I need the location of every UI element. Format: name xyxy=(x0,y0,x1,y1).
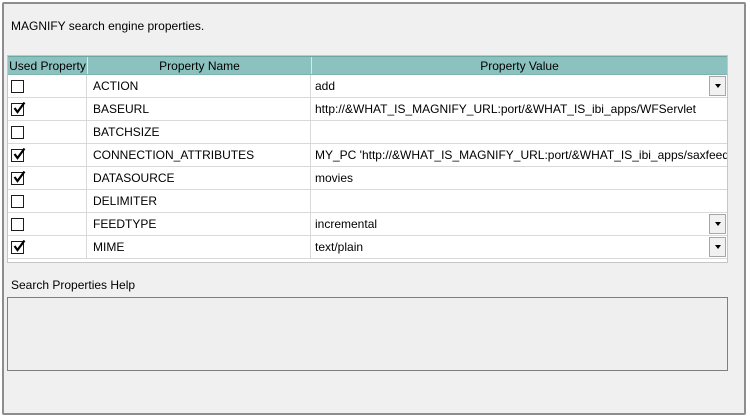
used-property-checkbox[interactable] xyxy=(11,218,24,231)
property-name-cell: DATASOURCE xyxy=(87,167,311,189)
property-value-text: http://&WHAT_IS_MAGNIFY_URL:port/&WHAT_I… xyxy=(315,102,696,116)
table-row: ACTION add xyxy=(8,75,727,98)
property-name-label: CONNECTION_ATTRIBUTES xyxy=(93,148,254,162)
dropdown-button[interactable] xyxy=(709,214,726,234)
property-value-cell[interactable] xyxy=(311,190,727,212)
property-value-cell[interactable]: add xyxy=(311,75,727,97)
used-property-checkbox[interactable] xyxy=(11,149,24,162)
column-header-property-name: Property Name xyxy=(87,57,311,74)
properties-panel: MAGNIFY search engine properties. Used P… xyxy=(2,2,746,415)
property-value-cell[interactable] xyxy=(311,121,727,143)
table-body: ACTION add BASEURL http://&WHAT_IS_MAGNI… xyxy=(8,75,727,259)
property-value-text: movies xyxy=(315,171,353,185)
chevron-down-icon xyxy=(715,222,721,226)
property-name-label: FEEDTYPE xyxy=(93,217,156,231)
checkmark-icon xyxy=(12,101,27,116)
page-title: MAGNIFY search engine properties. xyxy=(11,19,204,33)
table-row: BASEURL http://&WHAT_IS_MAGNIFY_URL:port… xyxy=(8,98,727,121)
used-property-cell xyxy=(8,121,87,143)
checkmark-icon xyxy=(12,170,27,185)
property-name-label: DATASOURCE xyxy=(93,171,175,185)
dropdown-button[interactable] xyxy=(709,237,726,257)
checkmark-icon xyxy=(12,239,27,254)
property-name-cell: ACTION xyxy=(87,75,311,97)
used-property-checkbox[interactable] xyxy=(11,172,24,185)
used-property-checkbox[interactable] xyxy=(11,80,24,93)
table-row: MIME text/plain xyxy=(8,236,727,259)
help-section-label: Search Properties Help xyxy=(11,278,135,292)
used-property-checkbox[interactable] xyxy=(11,103,24,116)
property-value-text: text/plain xyxy=(315,240,363,254)
property-value-text: MY_PC 'http://&WHAT_IS_MAGNIFY_URL:port/… xyxy=(315,148,727,162)
used-property-checkbox[interactable] xyxy=(11,241,24,254)
used-property-cell xyxy=(8,144,87,166)
property-name-label: BATCHSIZE xyxy=(93,125,159,139)
dropdown-button[interactable] xyxy=(709,76,726,96)
column-header-used-property: Used Property xyxy=(8,57,87,74)
property-name-label: MIME xyxy=(93,240,124,254)
property-value-cell[interactable]: http://&WHAT_IS_MAGNIFY_URL:port/&WHAT_I… xyxy=(311,98,727,120)
property-value-text: incremental xyxy=(315,217,377,231)
properties-table: Used Property Property Name Property Val… xyxy=(7,55,728,263)
table-row: FEEDTYPE incremental xyxy=(8,213,727,236)
table-row: DELIMITER xyxy=(8,190,727,213)
property-value-cell[interactable]: movies xyxy=(311,167,727,189)
used-property-checkbox[interactable] xyxy=(11,195,24,208)
property-name-cell: CONNECTION_ATTRIBUTES xyxy=(87,144,311,166)
property-name-cell: BATCHSIZE xyxy=(87,121,311,143)
used-property-cell xyxy=(8,75,87,97)
property-name-cell: BASEURL xyxy=(87,98,311,120)
used-property-cell xyxy=(8,98,87,120)
column-header-property-value: Property Value xyxy=(311,57,727,74)
table-row: DATASOURCE movies xyxy=(8,167,727,190)
property-name-label: ACTION xyxy=(93,79,138,93)
property-name-cell: FEEDTYPE xyxy=(87,213,311,235)
used-property-cell xyxy=(8,236,87,258)
property-value-text: add xyxy=(315,79,335,93)
used-property-cell xyxy=(8,167,87,189)
chevron-down-icon xyxy=(715,245,721,249)
checkmark-icon xyxy=(12,147,27,162)
property-value-cell[interactable]: incremental xyxy=(311,213,727,235)
used-property-checkbox[interactable] xyxy=(11,126,24,139)
used-property-cell xyxy=(8,213,87,235)
table-row: BATCHSIZE xyxy=(8,121,727,144)
chevron-down-icon xyxy=(715,84,721,88)
property-value-cell[interactable]: MY_PC 'http://&WHAT_IS_MAGNIFY_URL:port/… xyxy=(311,144,727,166)
property-value-cell[interactable]: text/plain xyxy=(311,236,727,258)
help-content-box xyxy=(7,297,728,371)
property-name-label: BASEURL xyxy=(93,102,149,116)
used-property-cell xyxy=(8,190,87,212)
table-row: CONNECTION_ATTRIBUTES MY_PC 'http://&WHA… xyxy=(8,144,727,167)
property-name-cell: MIME xyxy=(87,236,311,258)
property-name-label: DELIMITER xyxy=(93,194,157,208)
property-name-cell: DELIMITER xyxy=(87,190,311,212)
table-header: Used Property Property Name Property Val… xyxy=(8,56,727,75)
